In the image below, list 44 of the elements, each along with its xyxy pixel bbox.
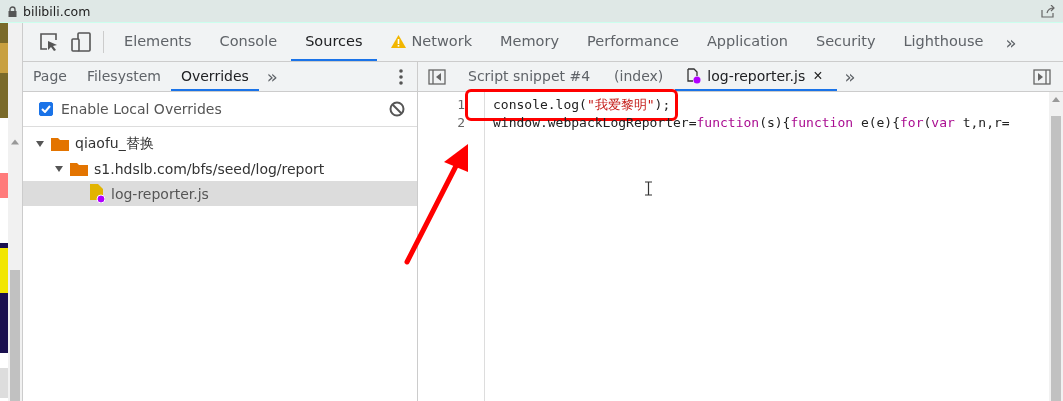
expand-arrow-icon[interactable]: [54, 163, 64, 174]
folder-icon: [51, 136, 69, 151]
devtools-tab[interactable]: Network: [376, 23, 487, 61]
tree-item[interactable]: s1.hdslb.com/bfs/seed/log/report: [23, 156, 417, 181]
editor-tab[interactable]: (index): [602, 62, 676, 91]
line-number: 2: [456, 114, 466, 132]
file-icon: [89, 184, 105, 203]
more-tabs-button[interactable]: »: [258, 62, 286, 91]
inspect-icon[interactable]: [39, 32, 59, 52]
checkbox-label: Enable Local Overrides: [61, 101, 222, 117]
more-tabs-button[interactable]: »: [997, 23, 1025, 61]
devtools-tab[interactable]: Security: [801, 23, 890, 61]
expand-arrow-icon[interactable]: [35, 138, 45, 149]
warning-icon: [390, 34, 406, 48]
tree-item[interactable]: log-reporter.js: [23, 181, 417, 206]
devtools-tab[interactable]: Application: [692, 23, 802, 61]
editor-tab[interactable]: Script snippet #4: [456, 62, 603, 91]
address-url[interactable]: bilibili.com: [23, 3, 91, 19]
sidebar-toggle-icon[interactable]: [1033, 68, 1051, 85]
sidebar-toggle-icon[interactable]: [428, 68, 446, 85]
devtools-tab[interactable]: Memory: [486, 23, 574, 61]
navigator-tab[interactable]: Overrides: [170, 62, 259, 91]
folder-icon: [70, 161, 88, 176]
scrollbar-thumb[interactable]: [10, 269, 20, 401]
devtools-tab[interactable]: Performance: [573, 23, 693, 61]
navigator-tab[interactable]: Filesystem: [76, 62, 171, 91]
line-number: 1: [456, 96, 466, 114]
checkbox[interactable]: [39, 102, 53, 116]
devtools-tab[interactable]: Elements: [110, 23, 206, 61]
menu-icon[interactable]: [399, 68, 403, 85]
navigator-tab[interactable]: Page: [23, 62, 77, 91]
file-icon: [687, 67, 702, 84]
scrollbar-thumb[interactable]: [1051, 116, 1061, 401]
devtools-tab[interactable]: Console: [205, 23, 292, 61]
more-tabs-button[interactable]: »: [836, 62, 864, 91]
clear-icon[interactable]: [389, 101, 405, 117]
devtools-tab[interactable]: Lighthouse: [889, 23, 998, 61]
tree-item[interactable]: qiaofu_替换: [23, 131, 417, 156]
lock-icon: [8, 5, 17, 17]
share-icon[interactable]: [1041, 4, 1055, 18]
text-cursor-icon: [644, 181, 653, 196]
device-toggle-icon[interactable]: [71, 32, 91, 52]
editor-tab[interactable]: log-reporter.js ×: [675, 62, 837, 91]
close-button[interactable]: ×: [811, 66, 825, 85]
